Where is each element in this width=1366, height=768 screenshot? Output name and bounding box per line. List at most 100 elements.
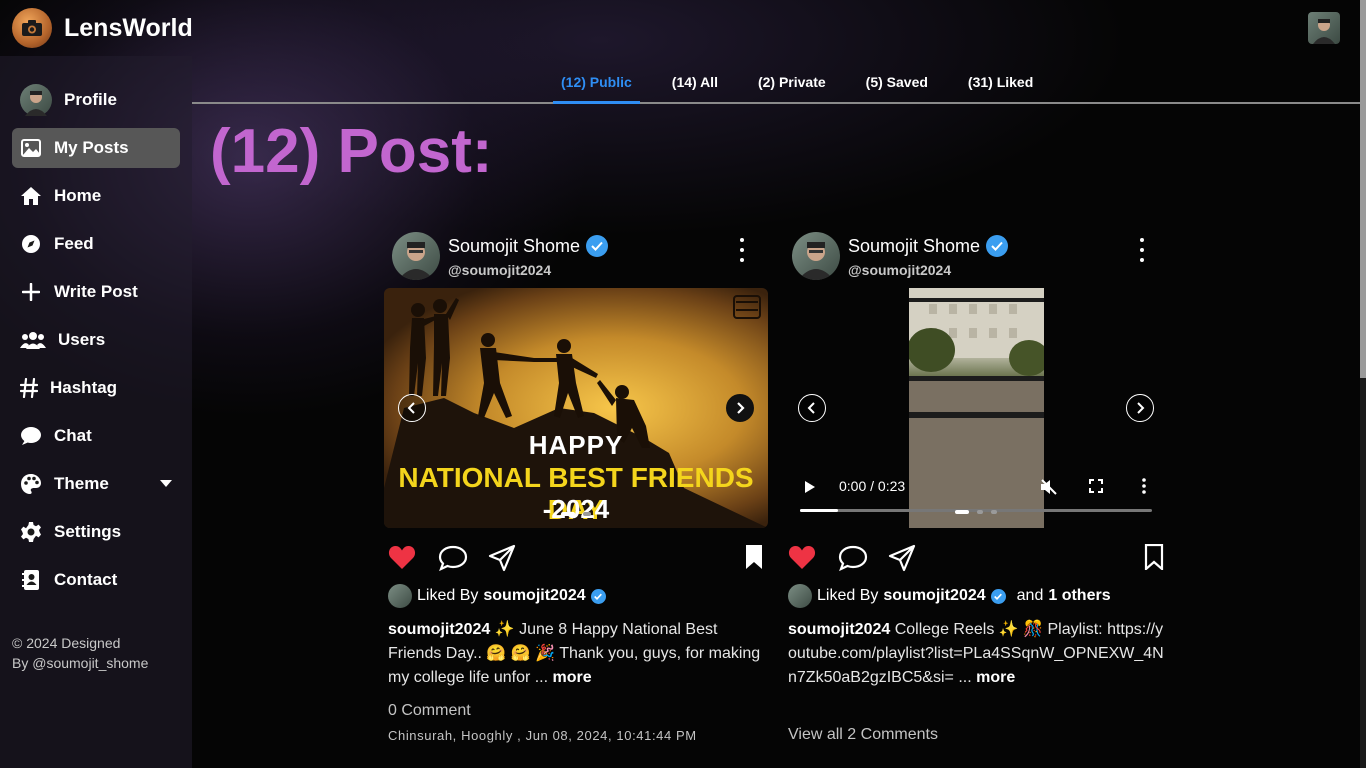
comment-count[interactable]: 0 Comment [388, 702, 471, 720]
more-options-icon[interactable] [736, 238, 748, 262]
brand[interactable]: LensWorld [12, 8, 193, 48]
post-author-handle[interactable]: @soumojit2024 [848, 262, 951, 278]
mute-icon[interactable] [1040, 478, 1058, 501]
scrollbar[interactable] [1360, 0, 1366, 768]
tab-public[interactable]: (12) Public [553, 74, 640, 104]
liked-by-user[interactable]: soumojit2024 [883, 587, 985, 605]
camera-logo-icon [12, 8, 52, 48]
sidebar-item-label: Contact [54, 570, 118, 589]
sidebar-item-contact[interactable]: Contact [12, 560, 180, 600]
sidebar-item-home[interactable]: Home [12, 176, 180, 216]
caption-more-link[interactable]: more [976, 669, 1015, 686]
tab-private[interactable]: (2) Private [750, 74, 834, 102]
post-header: Soumojit Shome @soumojit2024 [384, 232, 768, 288]
comment-icon[interactable] [438, 544, 468, 572]
verified-badge-icon [990, 588, 1006, 604]
tab-saved[interactable]: (5) Saved [858, 74, 936, 102]
user-avatar[interactable] [1308, 12, 1340, 44]
post-filter-tabs: (12) Public (14) All (2) Private (5) Sav… [192, 60, 1360, 104]
post-location-time: Chinsurah, Hooghly , Jun 08, 2024, 10:41… [388, 728, 697, 743]
sidebar-item-label: Hashtag [50, 378, 118, 397]
logo-watermark [733, 295, 761, 319]
post-author-handle[interactable]: @soumojit2024 [448, 262, 551, 278]
brand-name: LensWorld [64, 13, 193, 42]
tab-all[interactable]: (14) All [664, 74, 726, 102]
bookmark-icon[interactable] [744, 544, 772, 572]
share-send-icon[interactable] [488, 544, 516, 572]
sidebar-item-users[interactable]: Users [12, 320, 180, 360]
author-name-text: Soumojit Shome [448, 235, 581, 256]
avatar[interactable] [788, 584, 812, 608]
previous-slide-button[interactable] [398, 394, 426, 422]
users-icon [20, 329, 46, 351]
scrollbar-thumb[interactable] [1360, 0, 1366, 378]
avatar[interactable] [388, 584, 412, 608]
sidebar-item-my-posts[interactable]: My Posts [12, 128, 180, 168]
carousel-dot[interactable] [991, 510, 997, 514]
carousel-dot[interactable] [583, 512, 591, 516]
carousel-dots [384, 512, 768, 516]
play-icon[interactable] [804, 480, 816, 499]
post-author-name[interactable]: Soumojit Shome [448, 235, 609, 257]
hashtag-icon [20, 377, 38, 399]
sidebar-item-label: Home [54, 186, 102, 205]
sidebar: Profile My Posts Home Feed Write Post Us… [0, 56, 192, 768]
sidebar-item-theme[interactable]: Theme [12, 464, 180, 504]
like-heart-icon[interactable] [388, 544, 416, 572]
verified-badge-icon [590, 588, 606, 604]
sidebar-item-settings[interactable]: Settings [12, 512, 180, 552]
tab-liked[interactable]: (31) Liked [960, 74, 1041, 102]
sidebar-item-label: My Posts [54, 138, 129, 157]
sidebar-item-label: Feed [54, 234, 94, 253]
video-more-options-icon[interactable] [1142, 478, 1146, 499]
caption-username[interactable]: soumojit2024 [788, 621, 890, 638]
caption-more-link[interactable]: more [553, 669, 592, 686]
post-image[interactable]: HAPPY NATIONAL BEST FRIENDS DAY -2024 [384, 288, 768, 528]
sidebar-item-hashtag[interactable]: Hashtag [12, 368, 180, 408]
footer-line-2: By @soumojit_shome [12, 655, 149, 671]
share-send-icon[interactable] [888, 544, 916, 572]
sidebar-item-write-post[interactable]: Write Post [12, 272, 180, 312]
liked-by-row: Liked By soumojit2024 [388, 584, 606, 608]
comment-icon[interactable] [838, 544, 868, 572]
post-video[interactable]: 0:00 / 0:23 [784, 288, 1168, 528]
caption-username[interactable]: soumojit2024 [388, 621, 490, 638]
sidebar-item-feed[interactable]: Feed [12, 224, 180, 264]
post-actions [784, 543, 1168, 572]
liked-by-prefix: Liked By [817, 587, 879, 604]
post-caption: soumojit2024 ✨ June 8 Happy National Bes… [388, 618, 764, 690]
avatar[interactable] [792, 232, 840, 280]
plus-icon [20, 281, 42, 303]
liked-by-others[interactable]: 1 others [1048, 587, 1110, 605]
carousel-dot[interactable] [561, 512, 575, 516]
gear-icon [20, 521, 42, 543]
carousel-dot[interactable] [977, 510, 983, 514]
carousel-dot[interactable] [955, 510, 969, 514]
liked-by-user[interactable]: soumojit2024 [483, 587, 585, 605]
previous-slide-button[interactable] [798, 394, 826, 422]
chevron-down-icon[interactable] [160, 480, 172, 487]
footer-line-1: © 2024 Designed [12, 635, 121, 651]
like-heart-icon[interactable] [788, 544, 816, 572]
more-options-icon[interactable] [1136, 238, 1148, 262]
next-slide-button[interactable] [1126, 394, 1154, 422]
verified-badge-icon [986, 235, 1009, 257]
home-icon [20, 185, 42, 207]
liked-by-prefix: Liked By [417, 587, 479, 604]
contact-card-icon [20, 569, 42, 591]
bookmark-outline-icon[interactable] [1144, 543, 1172, 572]
post-author-name[interactable]: Soumojit Shome [848, 235, 1009, 257]
sidebar-item-chat[interactable]: Chat [12, 416, 180, 456]
sidebar-item-profile[interactable]: Profile [12, 80, 180, 120]
profile-avatar-icon [20, 84, 52, 116]
sidebar-nav: Profile My Posts Home Feed Write Post Us… [12, 80, 180, 608]
video-time: 0:00 / 0:23 [839, 478, 906, 494]
avatar[interactable] [392, 232, 440, 280]
image-text-year: -2024 [542, 494, 610, 524]
next-slide-button[interactable] [726, 394, 754, 422]
post-header: Soumojit Shome @soumojit2024 [784, 232, 1168, 288]
liked-by-row: Liked By soumojit2024 and 1 others [788, 584, 1111, 608]
fullscreen-icon[interactable] [1089, 479, 1103, 498]
comment-count[interactable]: View all 2 Comments [788, 726, 938, 744]
author-name-text: Soumojit Shome [848, 235, 981, 256]
